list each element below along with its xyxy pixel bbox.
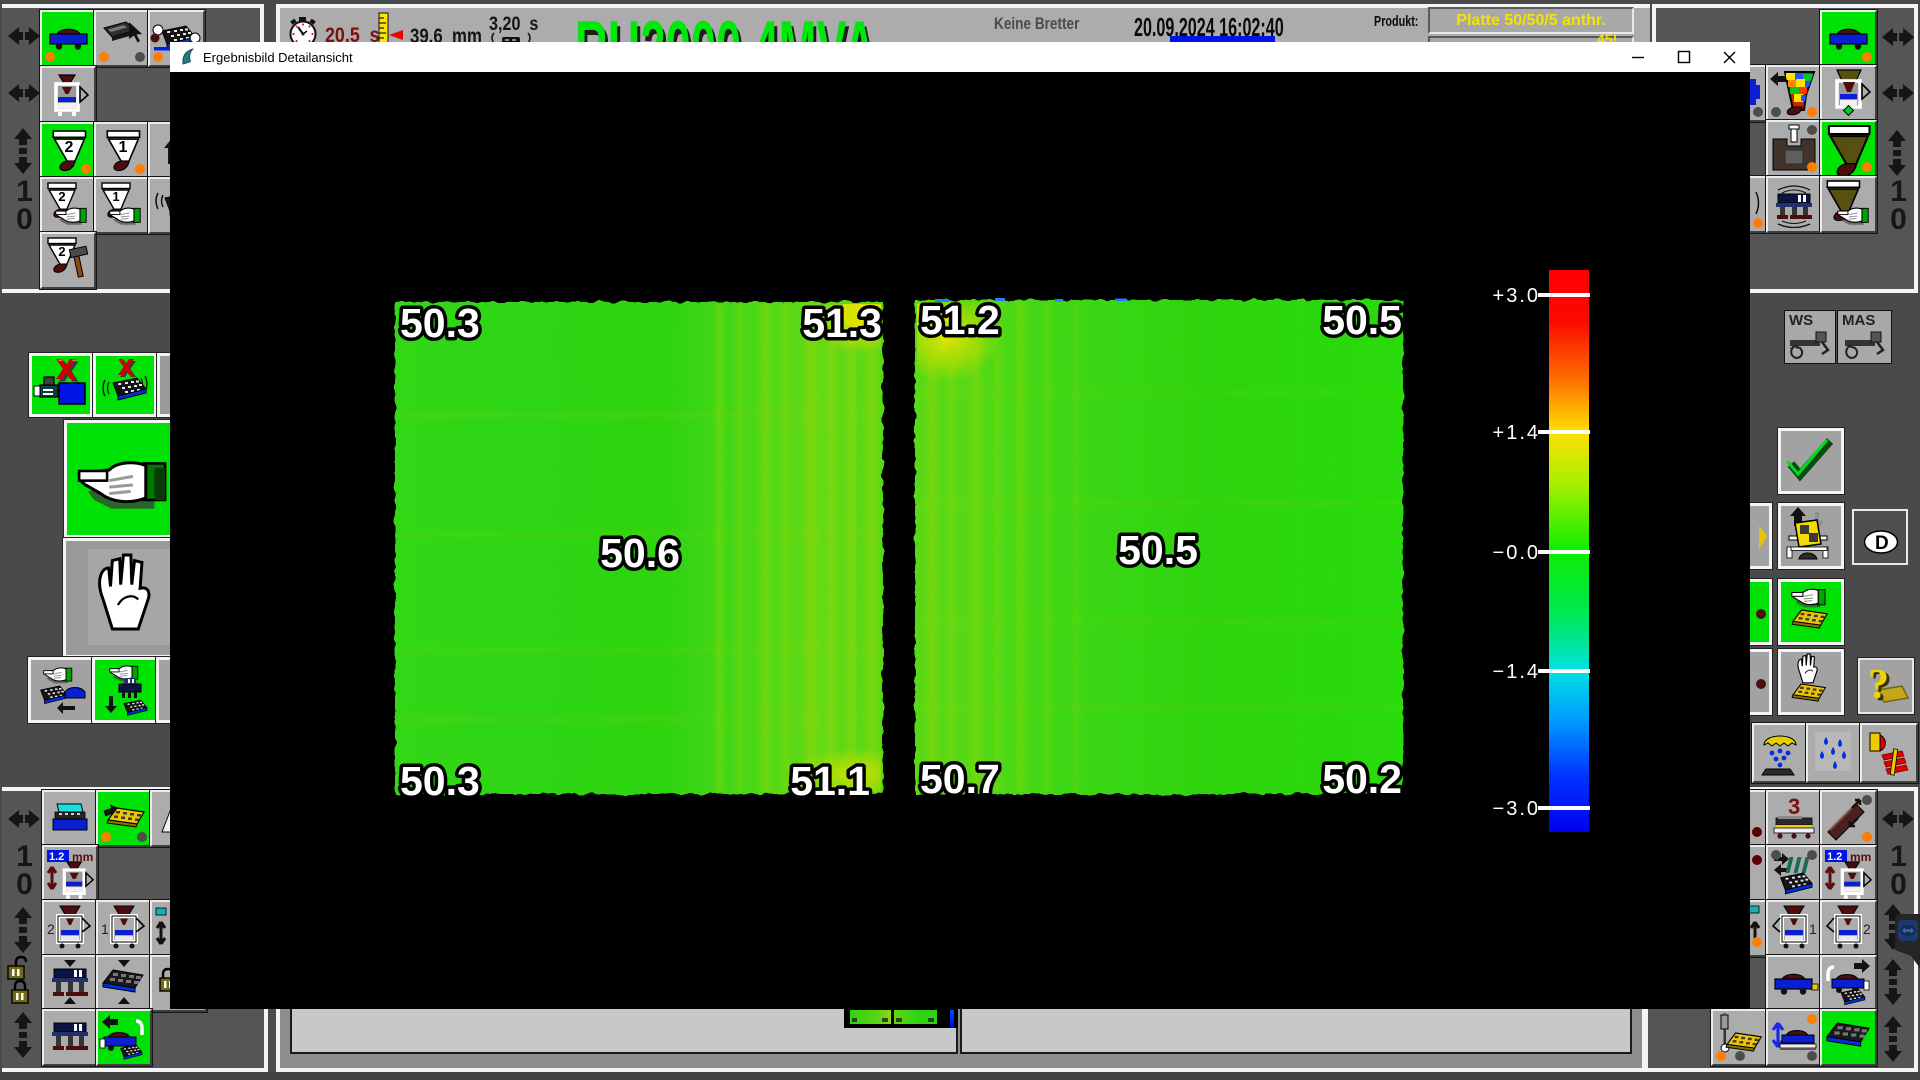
svg-text:2: 2 [65,139,74,156]
svg-text:1: 1 [1809,921,1817,937]
svg-text:D: D [1875,533,1889,554]
svg-text:50.5: 50.5 [1322,297,1402,343]
svg-text:2: 2 [47,921,55,937]
svg-text:3: 3 [1788,794,1800,819]
svg-text:2: 2 [1863,921,1871,937]
svg-text:2: 2 [58,189,65,204]
svg-text:1: 1 [101,921,109,937]
svg-text:50.6: 50.6 [600,530,680,576]
svg-text:51.2: 51.2 [920,297,1000,343]
svg-text:50.2: 50.2 [1322,756,1402,802]
svg-text:50.7: 50.7 [920,756,1000,802]
svg-text:50.3: 50.3 [400,758,480,804]
svg-text:1: 1 [119,139,128,156]
svg-text:50.3: 50.3 [400,300,480,346]
svg-text:51.1: 51.1 [790,758,870,804]
svg-text:1.2: 1.2 [49,851,64,863]
svg-text:?: ? [1868,662,1889,708]
svg-text:2: 2 [58,244,65,259]
svg-text:1.2: 1.2 [1827,851,1842,863]
svg-text:51.3: 51.3 [802,300,882,346]
svg-text:1: 1 [112,189,119,204]
svg-text:50.5: 50.5 [1118,527,1198,573]
